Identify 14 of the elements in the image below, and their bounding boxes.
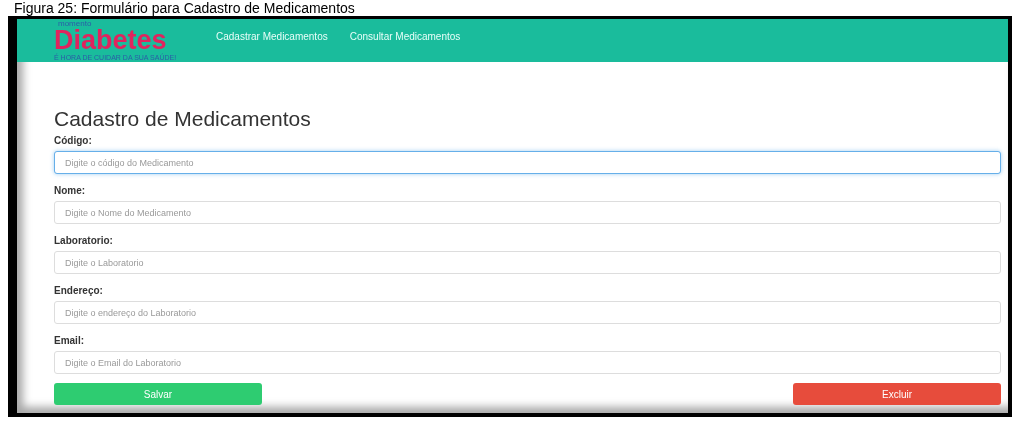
field-label: Email:	[54, 335, 85, 347]
logo-text: momento	[57, 20, 93, 28]
nav-link[interactable]: Cadastrar Medicamentos	[216, 19, 328, 44]
field-label: Código:	[54, 135, 93, 147]
nav-link[interactable]: Consultar Medicamentos	[349, 19, 461, 44]
logo-text: Diabetes	[54, 27, 167, 54]
field-label: Endereço:	[54, 285, 104, 297]
figure-caption: Figura 25: Formulário para Cadastro de Medicamentos	[13, 0, 356, 16]
field-label: Laboratorio:	[54, 235, 114, 247]
form-title: Cadastro de Medicamentos	[54, 107, 312, 131]
field-label: Nome:	[54, 185, 87, 197]
delete-button[interactable]: Excluir	[793, 383, 1001, 405]
input-field[interactable]: Digite o código do Medicamento	[54, 151, 1001, 174]
save-button[interactable]: Salvar	[54, 383, 262, 405]
